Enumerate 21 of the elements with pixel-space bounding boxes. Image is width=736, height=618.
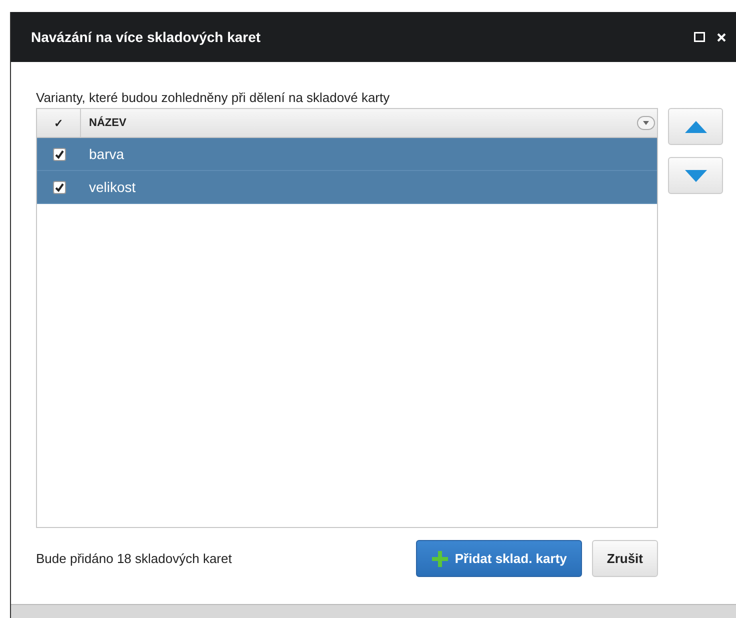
plus-icon xyxy=(430,550,449,568)
column-header[interactable]: NÁZEV xyxy=(81,109,657,137)
down-triangle-icon xyxy=(684,168,708,182)
move-down-button[interactable] xyxy=(668,157,723,194)
grid-row[interactable]: barva xyxy=(37,138,657,171)
grid-caption: Varianty, které budou zohledněny při dělení na skladové karty xyxy=(36,90,391,105)
add-button[interactable]: Přidat sklad. karty xyxy=(416,540,582,577)
cancel-button[interactable]: Zrušit xyxy=(592,540,658,577)
window-title: Navázání na více skladových karet xyxy=(31,29,262,45)
up-triangle-icon xyxy=(684,120,708,134)
checkbox[interactable] xyxy=(52,180,66,194)
column-header[interactable]: ✓ xyxy=(37,109,81,137)
summary-text: Bude přidáno 18 skladových karet xyxy=(36,551,233,566)
move-up-button[interactable] xyxy=(668,108,723,145)
row-name: barva xyxy=(88,146,124,162)
checkbox[interactable] xyxy=(52,148,66,160)
maximize-icon[interactable] xyxy=(694,32,705,42)
row-name: velikost xyxy=(88,179,136,195)
grid-row[interactable]: velikost xyxy=(37,171,657,204)
close-icon[interactable] xyxy=(717,32,726,42)
column-menu-icon[interactable] xyxy=(637,116,655,130)
